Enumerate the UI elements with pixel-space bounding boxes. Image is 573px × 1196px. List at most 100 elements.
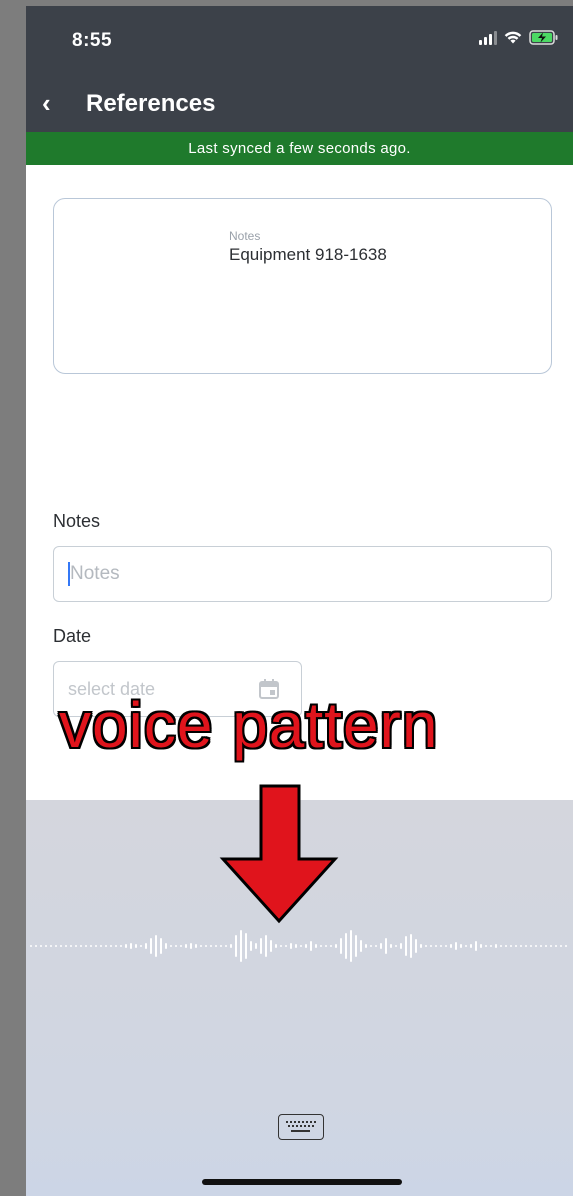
waveform-bar <box>395 945 397 947</box>
waveform-bar <box>235 935 237 957</box>
waveform-bar <box>320 945 322 947</box>
waveform-bar <box>550 945 552 947</box>
waveform-bar <box>250 941 252 951</box>
back-chevron-icon[interactable]: ‹ <box>42 88 51 119</box>
waveform-bar <box>180 945 182 947</box>
waveform-bar <box>440 945 442 947</box>
notes-field-label: Notes <box>53 511 101 531</box>
waveform-bar <box>115 945 117 947</box>
waveform-bar <box>460 944 462 948</box>
waveform-bar <box>300 945 302 947</box>
waveform-bar <box>305 944 307 948</box>
waveform-bar <box>450 944 452 948</box>
waveform-bar <box>125 944 127 948</box>
waveform-bar <box>490 945 492 947</box>
waveform-bar <box>500 945 502 947</box>
waveform-bar <box>510 945 512 947</box>
waveform-bar <box>530 945 532 947</box>
waveform-bar <box>540 945 542 947</box>
waveform-bar <box>405 936 407 956</box>
waveform-bar <box>555 945 557 947</box>
waveform-bar <box>560 945 562 947</box>
waveform-bar <box>375 945 377 947</box>
text-caret <box>68 562 70 586</box>
waveform-bar <box>155 935 157 957</box>
waveform-bar <box>230 944 232 948</box>
waveform-bar <box>425 945 427 947</box>
waveform-bar <box>455 942 457 950</box>
waveform-bar <box>420 944 422 948</box>
battery-charging-icon <box>529 30 558 45</box>
waveform-bar <box>480 944 482 948</box>
voice-waveform <box>30 930 567 962</box>
waveform-bar <box>365 944 367 948</box>
date-field-label: Date <box>53 626 92 646</box>
notes-input[interactable]: Notes <box>53 546 552 602</box>
home-indicator[interactable] <box>202 1179 402 1185</box>
waveform-bar <box>185 944 187 948</box>
waveform-bar <box>120 945 122 947</box>
waveform-bar <box>130 943 132 949</box>
waveform-bar <box>85 945 87 947</box>
waveform-bar <box>40 945 42 947</box>
waveform-bar <box>545 945 547 947</box>
waveform-bar <box>245 933 247 959</box>
waveform-bar <box>370 945 372 947</box>
waveform-bar <box>280 945 282 947</box>
waveform-bar <box>65 945 67 947</box>
waveform-bar <box>495 944 497 948</box>
notes-placeholder: Notes <box>70 563 120 584</box>
waveform-bar <box>275 944 277 948</box>
waveform-bar <box>240 930 242 962</box>
waveform-bar <box>225 945 227 947</box>
waveform-bar <box>140 945 142 947</box>
notes-card[interactable]: Notes Equipment 918-1638 <box>53 198 552 374</box>
waveform-bar <box>265 935 267 957</box>
waveform-bar <box>50 945 52 947</box>
waveform-bar <box>80 945 82 947</box>
page-title: References <box>86 90 216 117</box>
waveform-bar <box>105 945 107 947</box>
waveform-bar <box>565 945 567 947</box>
sync-status-banner: Last synced a few seconds ago. <box>26 132 573 165</box>
waveform-bar <box>70 945 72 947</box>
waveform-bar <box>335 944 337 948</box>
waveform-bar <box>410 934 412 958</box>
signal-icon <box>479 30 497 45</box>
waveform-bar <box>505 945 507 947</box>
annotation-label: voice pattern <box>59 689 439 761</box>
status-bar: 8:55 <box>26 6 573 78</box>
waveform-bar <box>475 941 477 951</box>
phone-screen: 8:55 ‹ References Last synced a few seco… <box>26 6 573 1196</box>
waveform-bar <box>310 941 312 951</box>
waveform-bar <box>470 944 472 948</box>
waveform-bar <box>285 945 287 947</box>
waveform-bar <box>325 945 327 947</box>
card-notes-label: Notes <box>229 229 261 243</box>
keyboard-icon[interactable] <box>278 1114 324 1140</box>
waveform-bar <box>520 945 522 947</box>
waveform-bar <box>380 943 382 949</box>
waveform-bar <box>195 944 197 948</box>
waveform-bar <box>35 945 37 947</box>
card-notes-value: Equipment 918-1638 <box>229 245 387 264</box>
waveform-bar <box>55 945 57 947</box>
waveform-bar <box>60 945 62 947</box>
status-icons <box>479 30 559 45</box>
waveform-bar <box>400 943 402 949</box>
waveform-bar <box>435 945 437 947</box>
status-time: 8:55 <box>72 30 113 51</box>
waveform-bar <box>385 938 387 954</box>
waveform-bar <box>295 944 297 948</box>
waveform-bar <box>45 945 47 947</box>
waveform-bar <box>200 945 202 947</box>
waveform-bar <box>95 945 97 947</box>
waveform-bar <box>515 945 517 947</box>
waveform-bar <box>465 945 467 947</box>
waveform-bar <box>210 945 212 947</box>
waveform-bar <box>430 945 432 947</box>
waveform-bar <box>445 945 447 947</box>
waveform-bar <box>110 945 112 947</box>
waveform-bar <box>215 945 217 947</box>
waveform-bar <box>175 945 177 947</box>
